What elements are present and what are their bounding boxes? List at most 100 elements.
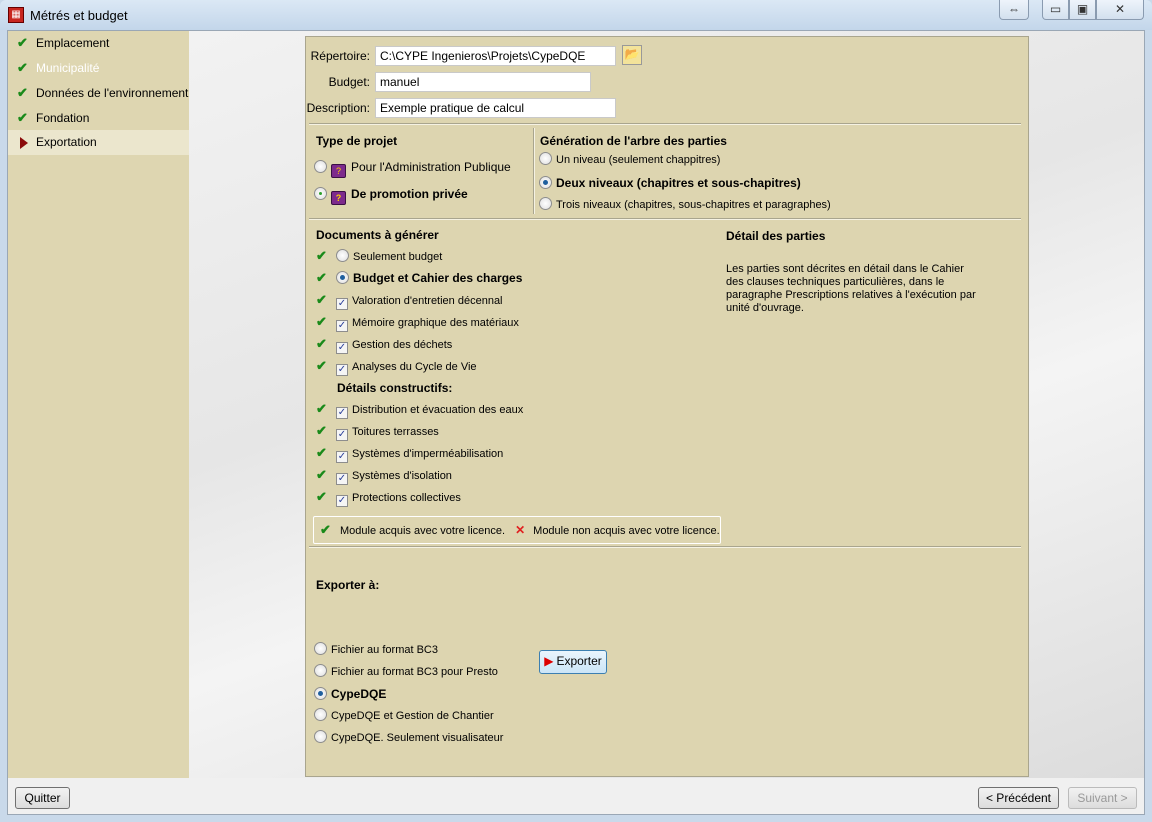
- checkbox-detail[interactable]: ✔ ✓ Distribution et évacuation des eaux: [316, 400, 523, 419]
- checkbox-document[interactable]: ✔ ✓ Analyses du Cycle de Vie: [316, 357, 477, 376]
- button-label: Exporter: [556, 654, 602, 668]
- generation-title: Génération de l'arbre des parties: [540, 134, 727, 148]
- folder-open-icon[interactable]: 📂: [622, 45, 642, 65]
- option-label: Fichier au format BC3: [331, 644, 438, 656]
- checkbox[interactable]: ✓: [336, 320, 348, 332]
- sidebar-item-donnees-environnement[interactable]: ✔ Données de l'environnement: [8, 81, 189, 106]
- checkbox-document[interactable]: ✔ ✓ Valoration d'entretien décennal: [316, 291, 503, 310]
- description-input[interactable]: Exemple pratique de calcul: [375, 98, 616, 118]
- checkbox-document[interactable]: ✔ ✓ Mémoire graphique des matériaux: [316, 313, 519, 332]
- option-label: Fichier au format BC3 pour Presto: [331, 666, 498, 678]
- checkbox-detail[interactable]: ✔ ✓ Protections collectives: [316, 488, 461, 507]
- radio-trois-niveaux[interactable]: Trois niveaux (chapitres, sous-chapitres…: [539, 196, 831, 214]
- radio-button[interactable]: [314, 687, 327, 700]
- checkbox-detail[interactable]: ✔ ✓ Toitures terrasses: [316, 422, 439, 441]
- radio-button[interactable]: [314, 664, 327, 677]
- close-icon[interactable]: ✕: [1096, 0, 1144, 20]
- radio-budget-cahier[interactable]: ✔ Budget et Cahier des charges: [316, 269, 522, 287]
- minimize-icon[interactable]: ▭: [1042, 0, 1069, 20]
- check-icon: ✔: [316, 489, 327, 504]
- export-button[interactable]: ▶ Exporter: [539, 650, 607, 674]
- check-icon: ✔: [17, 85, 28, 100]
- radio-button[interactable]: [314, 730, 327, 743]
- radio-button[interactable]: [539, 197, 552, 210]
- divider: [309, 218, 1021, 220]
- check-icon: ✔: [316, 423, 327, 438]
- checkbox-detail[interactable]: ✔ ✓ Systèmes d'imperméabilisation: [316, 444, 504, 463]
- option-label: CypeDQE et Gestion de Chantier: [331, 710, 494, 722]
- sidebar-item-fondation[interactable]: ✔ Fondation: [8, 106, 189, 131]
- radio-button[interactable]: [314, 160, 327, 173]
- radio-administration-publique[interactable]: ? Pour l'Administration Publique: [314, 158, 511, 178]
- window-title: Métrés et budget: [30, 8, 128, 23]
- radio-button[interactable]: [336, 271, 349, 284]
- radio-export-option[interactable]: CypeDQE. Seulement visualisateur: [314, 729, 503, 747]
- option-label: Analyses du Cycle de Vie: [352, 361, 477, 373]
- cype-app-icon: ▦: [8, 7, 24, 23]
- check-icon: ✔: [316, 314, 327, 329]
- radio-seulement-budget[interactable]: ✔ Seulement budget: [316, 247, 442, 265]
- legend-not-acquired: Module non acquis avec votre licence.: [533, 525, 720, 537]
- divider: [309, 123, 1021, 125]
- resize-arrows-icon[interactable]: ⇔: [999, 0, 1029, 20]
- radio-button[interactable]: [539, 176, 552, 189]
- checkbox[interactable]: ✓: [336, 495, 348, 507]
- sidebar-item-emplacement[interactable]: ✔ Emplacement: [8, 31, 189, 56]
- details-constructifs-title: Détails constructifs:: [337, 381, 453, 395]
- title-bar: [0, 0, 1152, 30]
- radio-un-niveau[interactable]: Un niveau (seulement chappitres): [539, 151, 720, 169]
- previous-button[interactable]: < Précédent: [978, 787, 1059, 809]
- radio-button[interactable]: [539, 152, 552, 165]
- export-title: Exporter à:: [316, 578, 380, 592]
- current-step-arrow-icon: [20, 137, 28, 149]
- check-icon: ✔: [316, 467, 327, 482]
- sidebar-item-label: Données de l'environnement: [36, 86, 189, 100]
- option-label: Seulement budget: [353, 251, 443, 263]
- radio-button[interactable]: [336, 249, 349, 262]
- radio-export-option[interactable]: CypeDQE: [314, 685, 386, 703]
- checkbox[interactable]: ✓: [336, 473, 348, 485]
- documents-title: Documents à générer: [316, 228, 439, 242]
- radio-button[interactable]: [314, 642, 327, 655]
- sidebar-item-label: Emplacement: [36, 36, 110, 50]
- check-icon: ✔: [17, 60, 28, 75]
- radio-export-option[interactable]: Fichier au format BC3 pour Presto: [314, 663, 498, 681]
- repertoire-input[interactable]: C:\CYPE Ingenieros\Projets\CypeDQE: [375, 46, 616, 66]
- checkbox[interactable]: ✓: [336, 342, 348, 354]
- option-label: Budget et Cahier des charges: [353, 271, 523, 285]
- radio-export-option[interactable]: CypeDQE et Gestion de Chantier: [314, 707, 494, 725]
- divider: [533, 128, 535, 214]
- option-label: Trois niveaux (chapitres, sous-chapitres…: [556, 199, 831, 211]
- book-icon: ?: [331, 164, 346, 178]
- check-icon: ✔: [316, 358, 327, 373]
- check-icon: ✔: [316, 401, 327, 416]
- quit-button[interactable]: Quitter: [15, 787, 70, 809]
- radio-promotion-privee[interactable]: ? De promotion privée: [314, 185, 468, 205]
- description-label: Description:: [306, 101, 370, 115]
- option-label: Systèmes d'imperméabilisation: [352, 448, 504, 460]
- maximize-icon[interactable]: ▣: [1069, 0, 1096, 20]
- checkbox[interactable]: ✓: [336, 451, 348, 463]
- checkbox[interactable]: ✓: [336, 298, 348, 310]
- option-label: Gestion des déchets: [352, 339, 453, 351]
- radio-export-option[interactable]: Fichier au format BC3: [314, 641, 438, 659]
- budget-input[interactable]: manuel: [375, 72, 591, 92]
- checkbox[interactable]: ✓: [336, 364, 348, 376]
- checkbox-document[interactable]: ✔ ✓ Gestion des déchets: [316, 335, 453, 354]
- option-label: Toitures terrasses: [352, 426, 439, 438]
- sidebar-item-municipalite: ✔ Municipalité: [8, 56, 189, 81]
- bottom-bar: [7, 778, 1145, 815]
- option-label: CypeDQE. Seulement visualisateur: [331, 732, 504, 744]
- option-label: Pour l'Administration Publique: [351, 160, 511, 174]
- radio-deux-niveaux[interactable]: Deux niveaux (chapitres et sous-chapitre…: [539, 174, 801, 192]
- checkbox-detail[interactable]: ✔ ✓ Systèmes d'isolation: [316, 466, 452, 485]
- radio-button[interactable]: [314, 187, 327, 200]
- checkbox[interactable]: ✓: [336, 429, 348, 441]
- option-label: Protections collectives: [352, 492, 461, 504]
- check-icon: ✔: [316, 445, 327, 460]
- sidebar-item-exportation[interactable]: Exportation: [8, 130, 189, 155]
- checkbox[interactable]: ✓: [336, 407, 348, 419]
- radio-button[interactable]: [314, 708, 327, 721]
- check-icon: ✔: [316, 292, 327, 307]
- legend-acquired: Module acquis avec votre licence.: [340, 525, 506, 537]
